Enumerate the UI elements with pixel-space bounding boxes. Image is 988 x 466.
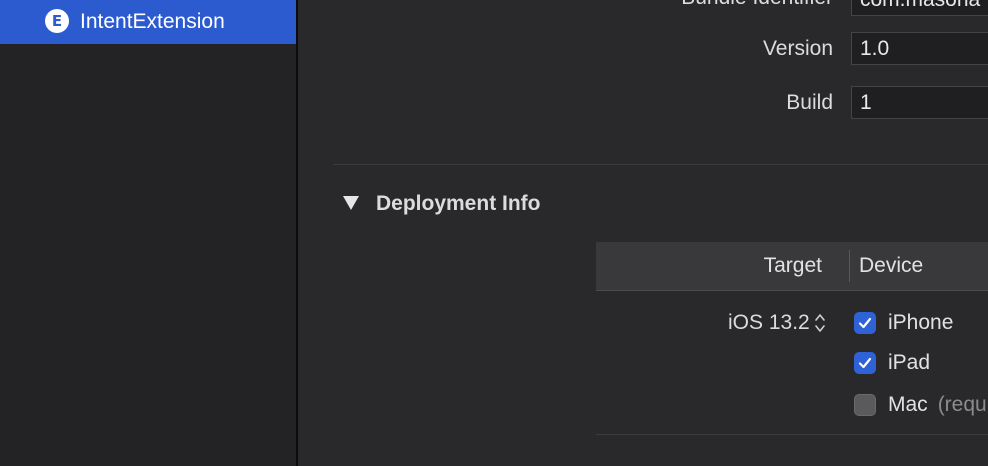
extension-icon-letter: E [51,11,63,30]
column-header-target: Target [763,254,822,277]
target-settings-panel: Bundle Identifier com.masona Version 1.0… [298,0,988,466]
build-label: Build [786,91,833,114]
device-row-ipad: iPad [854,350,930,376]
deployment-table-header: Target Device [596,242,988,291]
ipad-label: iPad [888,351,931,374]
section-separator [334,164,988,165]
bundle-identifier-field[interactable]: com.masona [851,0,988,16]
iphone-checkbox[interactable] [854,312,876,334]
iphone-label: iPhone [888,311,954,334]
checkmark-icon [858,357,872,369]
mac-checkbox[interactable] [854,394,876,416]
bundle-identifier-label: Bundle Identifier [681,0,833,10]
table-bottom-separator [596,434,988,435]
column-divider [849,250,850,282]
deployment-info-title: Deployment Info [376,192,541,215]
project-navigator-sidebar: E IntentExtension [0,0,296,466]
sidebar-item-label: IntentExtension [80,10,225,33]
xcode-window: E IntentExtension Bundle Identifier com.… [0,0,988,466]
extension-icon: E [45,9,69,33]
column-header-device: Device [859,254,924,277]
disclosure-triangle-icon[interactable] [343,196,359,210]
mac-label: Mac [888,393,928,416]
device-row-iphone: iPhone [854,310,953,336]
mac-requirement-note: (requ [937,393,987,416]
deployment-target-value: iOS 13.2 [728,311,810,334]
device-row-mac: Mac (requ [854,392,987,418]
updown-chevron-icon [814,314,825,332]
checkmark-icon [858,317,872,329]
build-field[interactable]: 1 [851,86,988,119]
deployment-target-popup[interactable]: iOS 13.2 [728,310,826,336]
version-label: Version [762,37,833,60]
sidebar-item-intent-extension[interactable]: E IntentExtension [0,0,296,44]
version-field[interactable]: 1.0 [851,32,988,65]
ipad-checkbox[interactable] [854,352,876,374]
